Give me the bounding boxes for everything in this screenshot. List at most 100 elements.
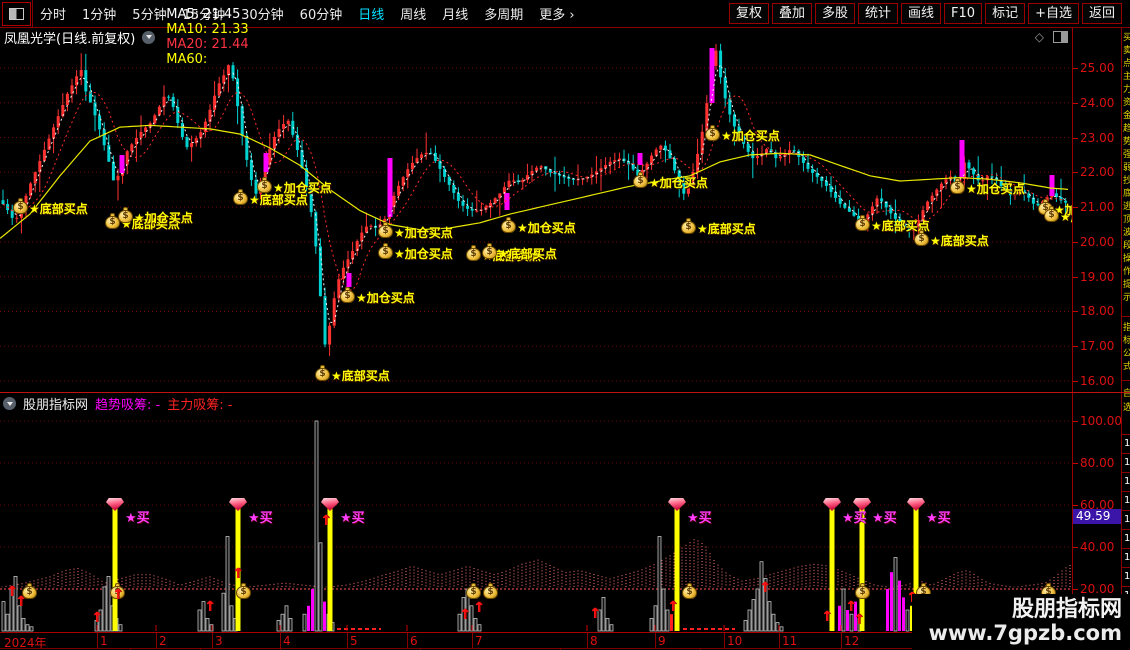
indicator-field-main: 主力吸筹: - — [167, 398, 233, 413]
title-row-icons: ◇ — [1035, 30, 1068, 44]
time-axis-month: 12 — [844, 634, 860, 648]
toolbar-button[interactable]: 叠加 — [771, 3, 812, 24]
panel-toggle-icon[interactable] — [1053, 31, 1068, 43]
right-strip-item[interactable]: 1 — [1124, 552, 1130, 563]
chevron-down-icon[interactable] — [3, 397, 16, 410]
chevron-down-icon[interactable] — [142, 30, 156, 44]
watermark-url: www.7gpzb.com — [928, 621, 1122, 645]
price-axis-label: 25.00 — [1080, 61, 1115, 75]
right-strip-text: 操 — [1123, 255, 1130, 264]
right-strip-text: 底 — [1123, 190, 1130, 199]
time-axis-month: 3 — [215, 634, 223, 648]
toolbar-button[interactable]: 复权 — [728, 3, 769, 24]
right-strip-item[interactable]: 1 — [1124, 571, 1130, 582]
right-strip-text: 逃 — [1123, 203, 1130, 212]
right-strip-text: 卖 — [1123, 47, 1130, 56]
price-axis-label: 16.00 — [1080, 374, 1115, 389]
right-strip[interactable]: 买卖点主力资金趋势强弱抄底逃顶波段操作提示指标公式自选1111111111 — [1121, 28, 1130, 650]
right-strip-text: 点 — [1123, 60, 1130, 69]
right-strip-text: 段 — [1123, 242, 1130, 251]
right-strip-text: 势 — [1123, 138, 1130, 147]
indicator-axis-label: 40.00 — [1080, 540, 1115, 554]
right-strip-text: 主 — [1123, 73, 1130, 82]
ma-values: MA5: 21.45 MA10: 21.33 MA20: 21.44 MA60: — [162, 7, 248, 67]
indicator-source: 股朋指标网 — [23, 398, 89, 413]
right-strip-text: 力 — [1123, 86, 1130, 95]
period-item[interactable]: 分时 — [40, 4, 66, 23]
right-strip-text: 买 — [1123, 34, 1130, 43]
time-axis-month: 5 — [350, 634, 358, 648]
toolbar-button[interactable]: 标记 — [985, 3, 1026, 24]
period-item[interactable]: 月线 — [442, 4, 468, 23]
time-axis-month: 8 — [590, 634, 598, 648]
right-strip-text: 提 — [1123, 281, 1130, 290]
indicator-header: 股朋指标网 趋势吸筹: - 主力吸筹: - — [3, 396, 233, 413]
time-axis-month: 6 — [410, 634, 418, 648]
price-axis: 49.59 25.00 24.00 23.00 22.00 21.00 20.00 19.0… — [1072, 28, 1123, 650]
right-strip-item[interactable]: 1 — [1124, 514, 1130, 525]
toolbar: 复权 叠加 多股 统计 画线 F10 标记 +自选 返回 — [726, 2, 1122, 25]
diamond-icon[interactable]: ◇ — [1035, 30, 1044, 44]
ma-value: MA5: 21.45 — [166, 7, 241, 22]
toolbar-button[interactable]: +自选 — [1028, 3, 1079, 24]
right-strip-item[interactable]: 1 — [1124, 457, 1130, 468]
right-strip-item[interactable]: 1 — [1124, 495, 1130, 506]
indicator-chart[interactable] — [0, 394, 1072, 632]
app-window: 分时 1分钟 5分钟 15分钟 30分钟 60分钟 日线 周线 月线 多周期 更多 › 复权 叠加 多股… — [0, 0, 1130, 650]
price-axis-label: 19.00 — [1080, 269, 1115, 284]
right-strip-text: 弱 — [1123, 164, 1130, 173]
right-strip-text: 强 — [1123, 151, 1130, 160]
divider — [32, 0, 33, 27]
right-strip-text: 标 — [1123, 337, 1130, 346]
right-strip-item[interactable]: 1 — [1124, 438, 1130, 449]
indicator-axis-label: 100.00 — [1080, 414, 1122, 428]
layout-icon[interactable] — [2, 2, 31, 26]
price-axis-label: 18.00 — [1080, 304, 1115, 319]
price-axis-label: 17.00 — [1080, 339, 1115, 354]
period-item[interactable]: 1分钟 — [82, 4, 116, 23]
right-strip-text: 顶 — [1123, 216, 1130, 225]
right-strip-text: 指 — [1123, 324, 1130, 333]
right-strip-text: 式 — [1123, 363, 1130, 372]
toolbar-button[interactable]: 返回 — [1081, 3, 1122, 24]
time-axis-month: 4 — [283, 634, 291, 648]
right-strip-text: 趋 — [1123, 125, 1130, 134]
indicator-axis-label: 60.00 — [1080, 498, 1115, 512]
main-price-chart[interactable] — [0, 38, 1072, 393]
right-strip-text: 金 — [1123, 112, 1130, 121]
ma-value: MA20: 21.44 — [166, 37, 249, 52]
right-strip-text: 公 — [1123, 350, 1130, 359]
right-strip-text: 资 — [1123, 99, 1130, 108]
right-strip-text: 抄 — [1123, 177, 1130, 186]
toolbar-button[interactable]: 画线 — [901, 3, 942, 24]
time-axis-month: 9 — [658, 634, 666, 648]
time-axis-month: 2 — [159, 634, 167, 648]
toolbar-button[interactable]: F10 — [944, 3, 983, 24]
right-strip-text: 作 — [1123, 268, 1130, 277]
period-item[interactable]: 周线 — [400, 4, 426, 23]
indicator-field-trend: 趋势吸筹: - — [95, 398, 161, 413]
right-strip-text: 示 — [1123, 294, 1130, 303]
price-axis-label: 20.00 — [1080, 234, 1115, 249]
period-menu: 分时 1分钟 5分钟 15分钟 30分钟 60分钟 日线 周线 月线 多周期 更多 › — [40, 0, 575, 27]
watermark-name: 股朋指标网 — [1011, 597, 1122, 622]
price-axis-label: 24.00 — [1080, 95, 1115, 110]
toolbar-button[interactable]: 多股 — [814, 3, 855, 24]
period-item[interactable]: 日线 — [358, 4, 384, 23]
period-item[interactable]: 多周期 — [484, 4, 523, 23]
price-axis-label: 21.00 — [1080, 200, 1115, 215]
price-axis-label: 22.00 — [1080, 165, 1115, 180]
time-axis-month: 7 — [475, 634, 483, 648]
time-axis-month: 10 — [727, 634, 743, 648]
right-strip-item[interactable]: 1 — [1124, 476, 1130, 487]
period-item[interactable]: 60分钟 — [300, 4, 343, 23]
right-strip-item[interactable]: 1 — [1124, 533, 1130, 544]
panel-divider — [0, 392, 1130, 393]
toolbar-button[interactable]: 统计 — [858, 3, 899, 24]
period-item[interactable]: 更多 › — [539, 4, 574, 23]
stock-title[interactable]: 凤凰光学(日线.前复权) — [4, 28, 135, 47]
watermark: 股朋指标网 www.7gpzb.com — [912, 594, 1130, 650]
time-axis-month: 1 — [100, 634, 108, 648]
title-row: 凤凰光学(日线.前复权) MA5: 21.45 MA10: 21.33 MA20: … — [4, 7, 249, 67]
ma-value: MA10: 21.33 — [166, 22, 249, 37]
